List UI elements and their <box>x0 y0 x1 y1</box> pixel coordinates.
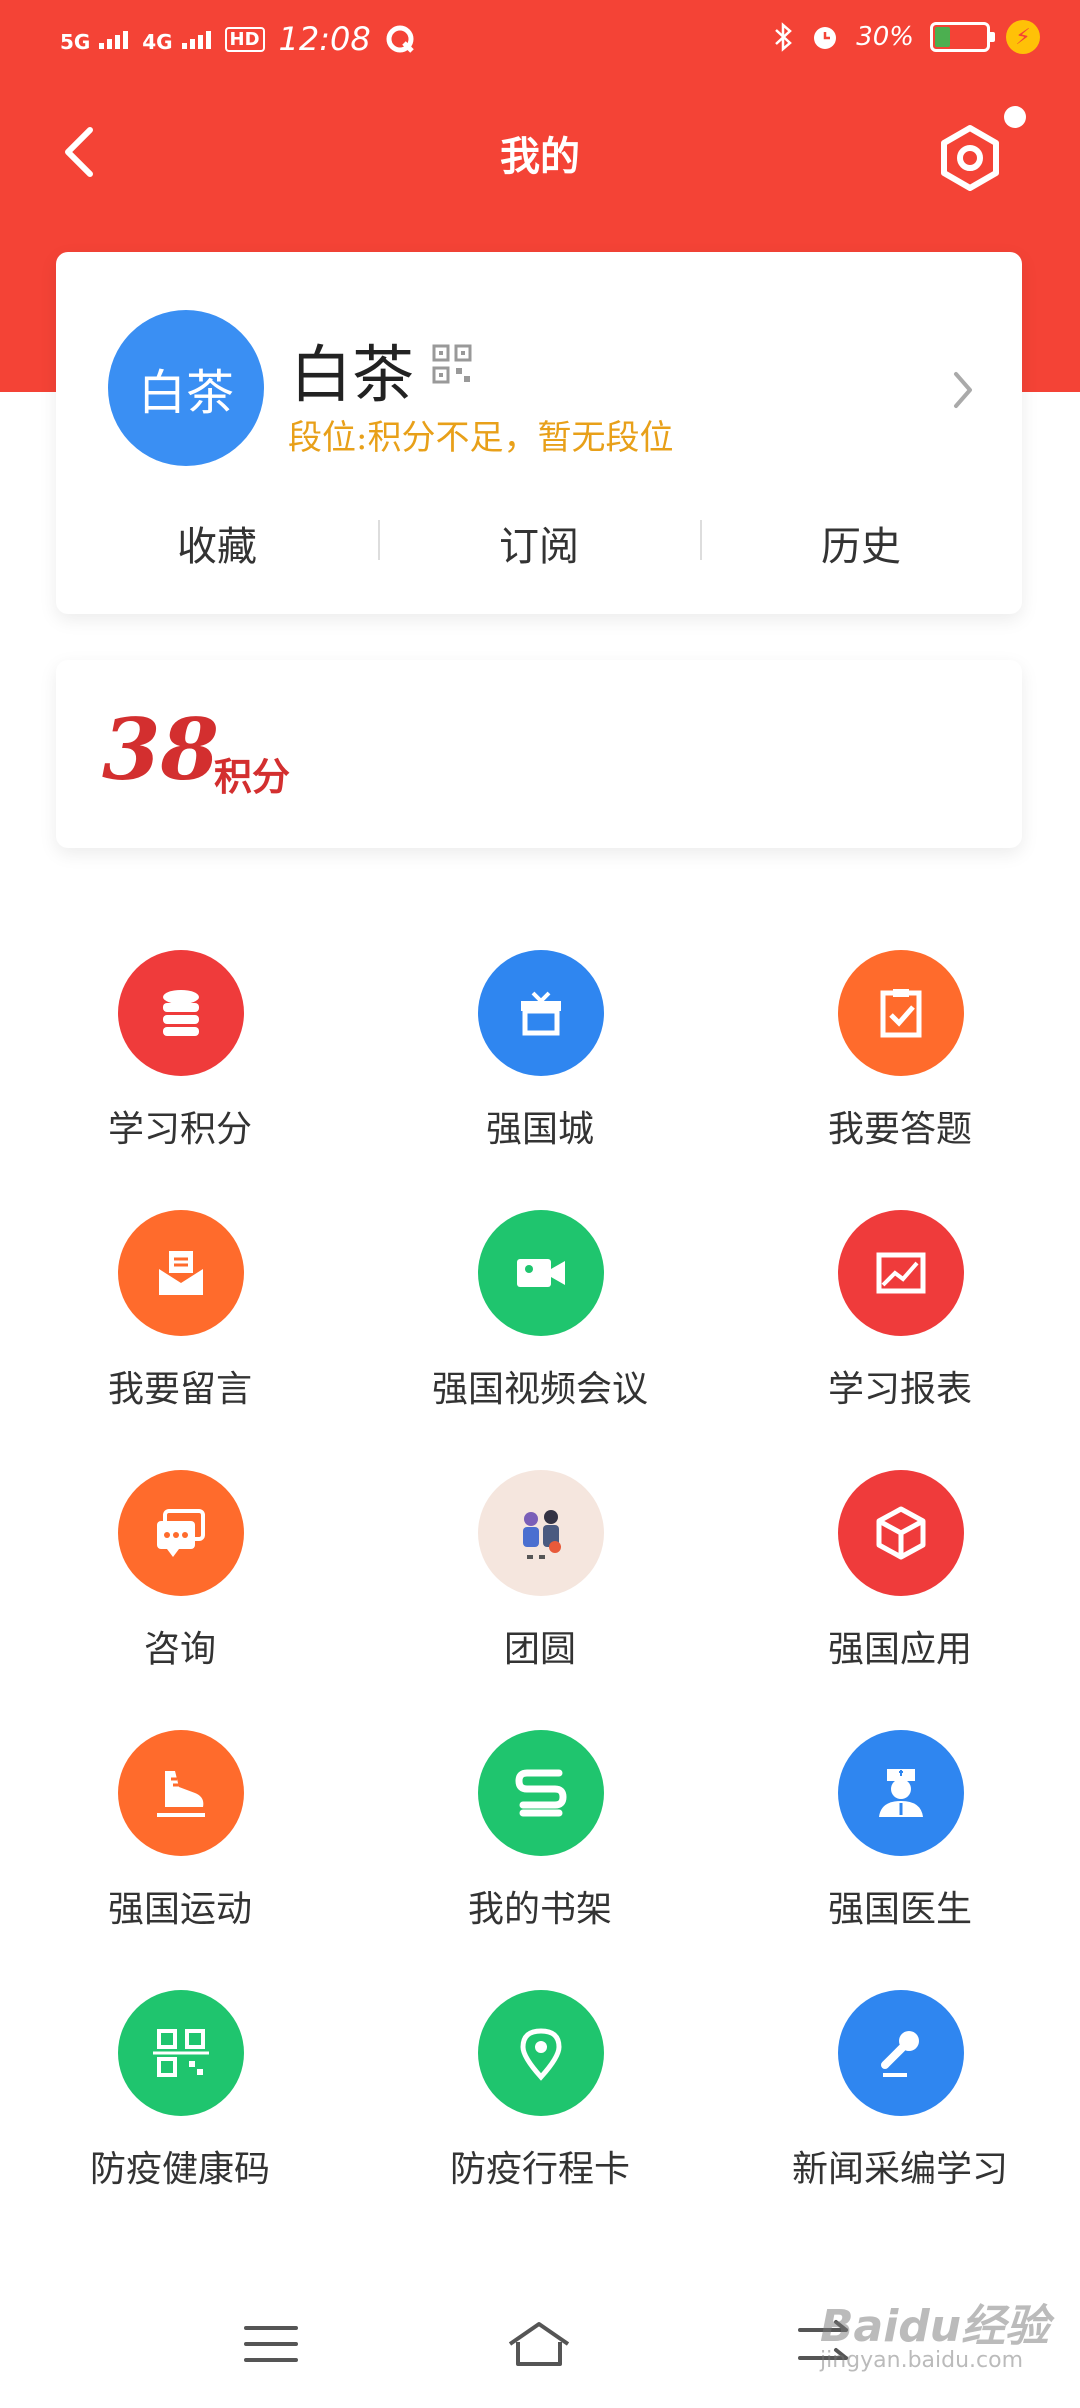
doctor-icon <box>838 1730 964 1856</box>
gift-icon <box>478 950 604 1076</box>
status-bar: 5G 4G HD 12:08 30% ⚡ <box>0 0 1080 80</box>
watermark-url: jingyan.baidu.com <box>820 2348 1024 2373</box>
rank-text: 段位:积分不足，暂无段位 <box>288 418 674 458</box>
grid-item-label: 团圆 <box>503 1629 576 1670</box>
signal-4g-label: 4G <box>142 29 173 54</box>
database-icon <box>118 950 244 1076</box>
chart-image-icon <box>838 1210 964 1336</box>
qr-code-icon[interactable] <box>432 344 472 384</box>
favorites-link[interactable]: 收藏 <box>56 514 378 572</box>
grid-item-4[interactable]: 强国视频会议 <box>360 1210 720 1440</box>
chevron-right-icon[interactable] <box>948 368 978 412</box>
grid-item-label: 防疫行程卡 <box>449 2149 630 2190</box>
status-time: 12:08 <box>278 20 371 58</box>
grid-item-label: 防疫健康码 <box>89 2149 270 2190</box>
battery-level <box>935 27 950 47</box>
grid-item-11[interactable]: 强国医生 <box>720 1730 1080 1960</box>
history-link[interactable]: 历史 <box>700 514 1022 572</box>
grid-item-label: 强国视频会议 <box>431 1369 648 1410</box>
signal-5g: 5G <box>60 23 129 56</box>
grid-item-label: 学习积分 <box>107 1109 252 1150</box>
grid-item-10[interactable]: 我的书架 <box>360 1730 720 1960</box>
points-unit: 积分 <box>214 754 291 799</box>
profile-card: 白茶 白茶 段位:积分不足，暂无段位 收藏 订阅 历史 <box>56 252 1022 614</box>
qr-scan-icon <box>118 1990 244 2116</box>
grid-item-9[interactable]: 强国运动 <box>0 1730 360 1960</box>
grid-item-3[interactable]: 我要留言 <box>0 1210 360 1440</box>
grid-item-label: 咨询 <box>143 1629 216 1670</box>
video-camera-icon <box>478 1210 604 1336</box>
grid-item-label: 强国应用 <box>827 1629 972 1670</box>
grid-item-label: 强国运动 <box>107 1889 252 1930</box>
grid-item-13[interactable]: 防疫行程卡 <box>360 1990 720 2220</box>
grid-item-5[interactable]: 学习报表 <box>720 1210 1080 1440</box>
settings-gear-icon[interactable] <box>934 122 1006 194</box>
points-card[interactable]: 38 积分 <box>56 660 1022 848</box>
bookshelf-icon <box>478 1730 604 1856</box>
page-title: 我的 <box>500 134 580 180</box>
signal-5g-label: 5G <box>60 29 91 54</box>
notification-dot <box>1004 106 1026 128</box>
signal-4g: 4G <box>142 23 211 56</box>
grid-item-label: 我要留言 <box>107 1369 252 1410</box>
charging-icon: ⚡ <box>1006 20 1040 54</box>
menu-icon[interactable] <box>236 2314 306 2374</box>
grid-item-label: 我要答题 <box>827 1109 972 1150</box>
watermark-brand: Baidu经验 <box>820 2301 1050 2352</box>
grid-item-7[interactable]: 团圆 <box>360 1470 720 1700</box>
grid-item-1[interactable]: 强国城 <box>360 950 720 1180</box>
grid-item-label: 强国城 <box>485 1109 594 1150</box>
grid-item-12[interactable]: 防疫健康码 <box>0 1990 360 2220</box>
signal-bars-icon <box>181 27 211 49</box>
bluetooth-icon <box>775 22 793 52</box>
message-envelope-icon <box>118 1210 244 1336</box>
sneaker-icon <box>118 1730 244 1856</box>
location-pin-icon <box>478 1990 604 2116</box>
battery-icon <box>930 22 995 52</box>
user-name[interactable]: 白茶 <box>290 324 414 414</box>
alarm-icon <box>814 27 837 49</box>
quick-links: 收藏 订阅 历史 <box>56 514 1022 572</box>
grid-item-label: 学习报表 <box>827 1369 972 1410</box>
subscriptions-link[interactable]: 订阅 <box>378 514 700 572</box>
cube-icon <box>838 1470 964 1596</box>
watermark: Baidu经验 jingyan.baidu.com <box>820 2290 1049 2373</box>
grid-item-14[interactable]: 新闻采编学习 <box>720 1990 1080 2220</box>
signal-bars-icon <box>99 27 129 49</box>
clipboard-check-icon <box>838 950 964 1076</box>
grid-item-8[interactable]: 强国应用 <box>720 1470 1080 1700</box>
chat-bubbles-icon <box>118 1470 244 1596</box>
grid-item-label: 新闻采编学习 <box>791 2149 1008 2190</box>
app-notification-icon <box>386 25 414 53</box>
hd-badge: HD <box>224 26 265 52</box>
grid-item-label: 我的书架 <box>467 1889 612 1930</box>
grid-item-2[interactable]: 我要答题 <box>720 950 1080 1180</box>
grid-item-6[interactable]: 咨询 <box>0 1470 360 1700</box>
microphone-icon <box>838 1990 964 2116</box>
grid-item-label: 强国医生 <box>827 1889 972 1930</box>
grid-item-0[interactable]: 学习积分 <box>0 950 360 1180</box>
home-icon[interactable] <box>504 2314 574 2374</box>
points-value: 38 <box>102 700 219 799</box>
avatar[interactable]: 白茶 <box>108 310 264 466</box>
battery-percent: 30% <box>856 22 914 52</box>
reunion-illustration-icon <box>478 1470 604 1596</box>
